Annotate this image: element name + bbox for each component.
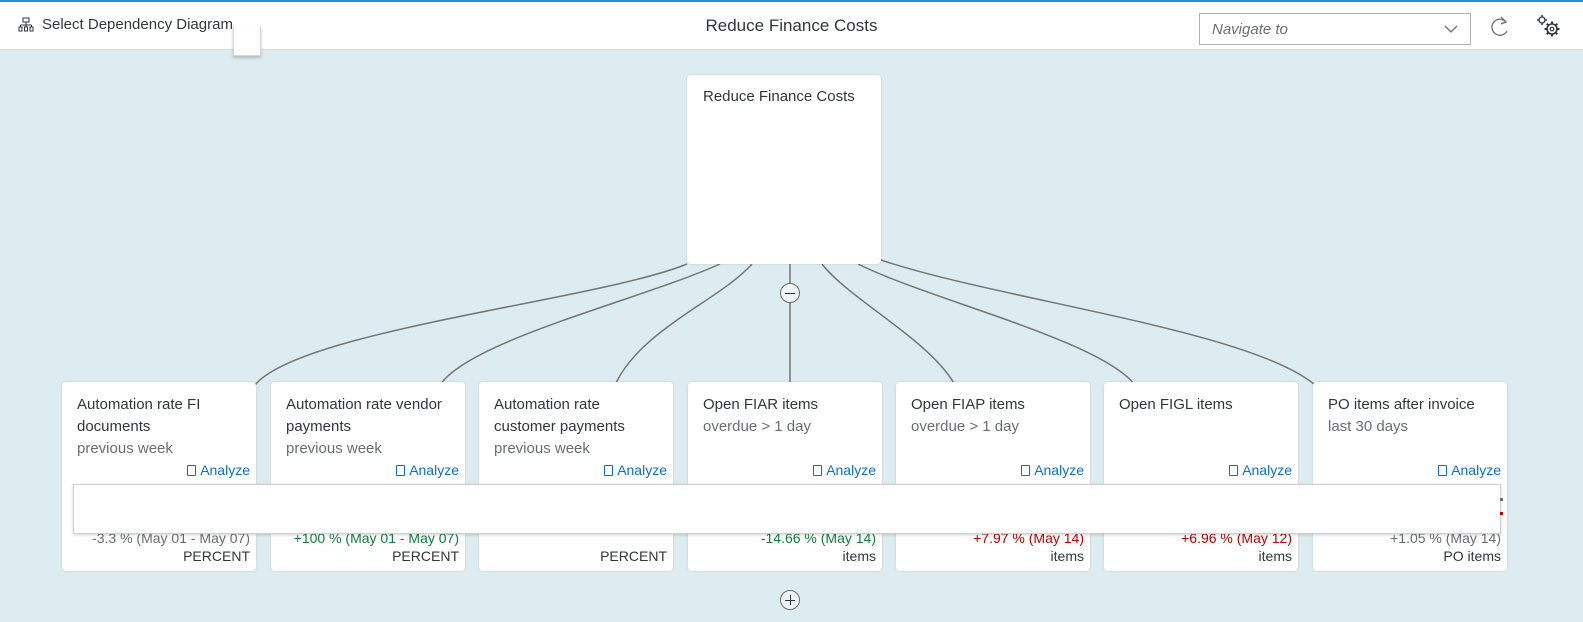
kpi-title: Automation rate FI documents <box>77 396 201 435</box>
analyze-link[interactable]: Analyze <box>396 462 459 478</box>
overlay-marker <box>1500 498 1503 501</box>
analyze-icon <box>1229 464 1239 476</box>
connector-line <box>821 263 956 386</box>
kpi-unit: items <box>1050 548 1084 564</box>
minus-icon <box>785 293 795 294</box>
kpi-unit: items <box>842 548 876 564</box>
analyze-icon <box>1438 464 1448 476</box>
analyze-link[interactable]: Analyze <box>813 462 876 478</box>
kpi-card-automation-rate-customer-payments[interactable]: Automation rate customer payments previo… <box>479 382 673 571</box>
analyze-icon <box>1021 464 1031 476</box>
kpi-card-automation-rate-fi-documents[interactable]: Automation rate FI documents previous we… <box>62 382 256 571</box>
root-kpi-card[interactable]: Reduce Finance Costs <box>687 75 881 264</box>
analyze-link[interactable]: Analyze <box>187 462 250 478</box>
analyze-link[interactable]: Analyze <box>1021 462 1084 478</box>
analyze-icon <box>396 464 406 476</box>
root-card-title: Reduce Finance Costs <box>703 88 855 105</box>
kpi-unit: PERCENT <box>392 548 459 564</box>
connector-line <box>880 259 1316 386</box>
connector-line <box>857 263 1136 386</box>
connector-line <box>614 263 753 386</box>
kpi-unit: PO items <box>1443 548 1501 564</box>
plus-icon-v <box>790 595 791 605</box>
analyze-link[interactable]: Analyze <box>604 462 667 478</box>
kpi-title: Open FIAP items <box>911 396 1025 413</box>
kpi-unit: PERCENT <box>600 548 667 564</box>
analyze-link[interactable]: Analyze <box>1229 462 1292 478</box>
kpi-card-automation-rate-vendor-payments[interactable]: Automation rate vendor payments previous… <box>271 382 465 571</box>
kpi-subtitle: previous week <box>286 440 382 457</box>
diagram-select-popover <box>233 26 261 56</box>
kpi-card-po-items-after-invoice[interactable]: PO items after invoice last 30 days Anal… <box>1313 382 1507 571</box>
kpi-title: Automation rate vendor payments <box>286 396 442 435</box>
kpi-title: PO items after invoice <box>1328 396 1475 413</box>
kpi-title: Automation rate customer payments <box>494 396 625 435</box>
kpi-unit: items <box>1258 548 1292 564</box>
analyze-icon <box>187 464 197 476</box>
kpi-subtitle: overdue > 1 day <box>703 418 811 435</box>
expand-children-button[interactable] <box>780 590 800 610</box>
connector-line <box>254 263 688 386</box>
kpi-title: Open FIAR items <box>703 396 819 413</box>
connector-line <box>439 263 721 386</box>
kpi-unit: PERCENT <box>183 548 250 564</box>
kpi-subtitle: last 30 days <box>1328 418 1409 435</box>
kpi-subtitle: previous week <box>77 440 173 457</box>
analyze-icon <box>813 464 823 476</box>
kpi-card-open-fiap-items[interactable]: Open FIAP items overdue > 1 day Analyze … <box>896 382 1090 571</box>
overlay-marker <box>1500 512 1503 515</box>
analyze-icon <box>604 464 614 476</box>
analyze-link[interactable]: Analyze <box>1438 462 1501 478</box>
kpi-card-open-figl-items[interactable]: Open FIGL items Analyze +6.96 % (May 12)… <box>1104 382 1298 571</box>
collapse-children-button[interactable] <box>780 283 800 303</box>
kpi-card-open-fiar-items[interactable]: Open FIAR items overdue > 1 day Analyze … <box>688 382 882 571</box>
kpi-title: Open FIGL items <box>1119 396 1233 413</box>
kpi-subtitle: previous week <box>494 440 590 457</box>
loading-overlay-panel <box>73 484 1501 534</box>
kpi-subtitle: overdue > 1 day <box>911 418 1019 435</box>
